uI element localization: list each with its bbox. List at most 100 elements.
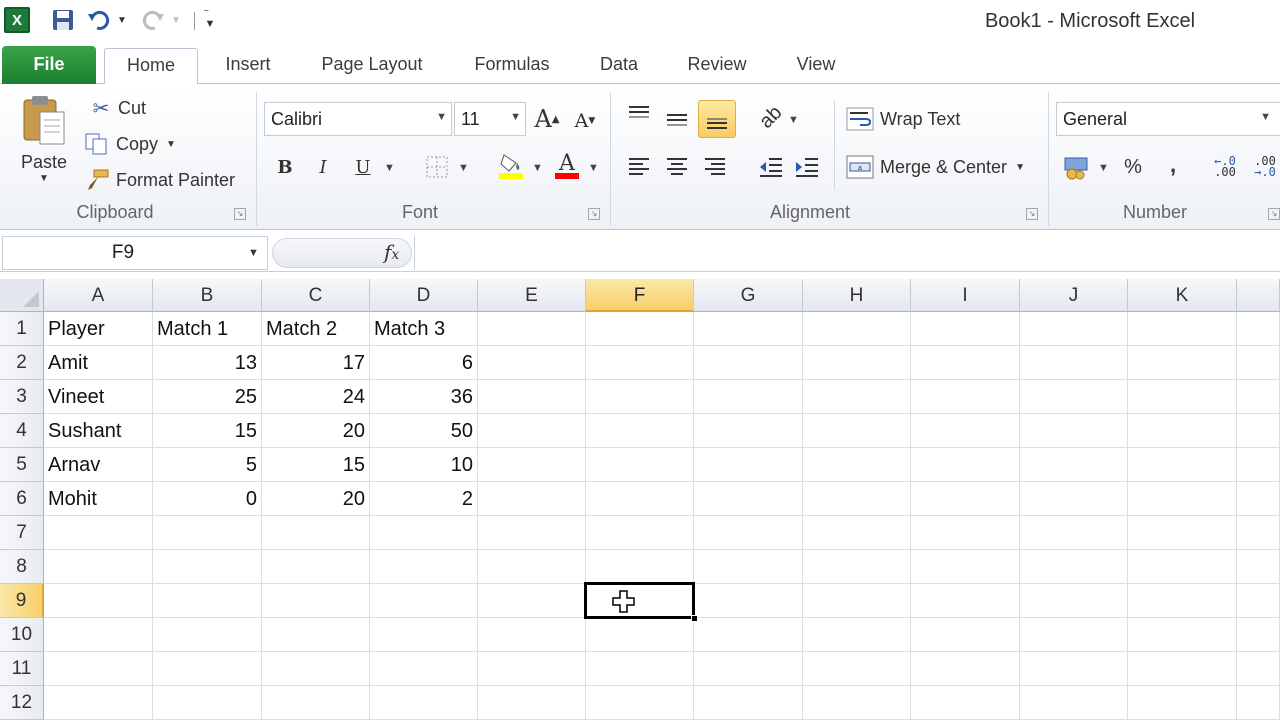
cell-b4[interactable]: 15 (153, 414, 262, 448)
merge-center-button[interactable]: a Merge & Center ▼ (846, 152, 1025, 182)
bold-button[interactable]: B (270, 152, 300, 182)
cell-k9[interactable] (1128, 584, 1237, 618)
cell-d2[interactable]: 6 (370, 346, 478, 380)
accounting-dropdown-icon[interactable]: ▼ (1098, 162, 1109, 174)
cell-k10[interactable] (1128, 618, 1237, 652)
row-header-9[interactable]: 9 (0, 584, 44, 618)
cell-d11[interactable] (370, 652, 478, 686)
row-header-4[interactable]: 4 (0, 414, 44, 448)
cell-g6[interactable] (694, 482, 803, 516)
cell-c7[interactable] (262, 516, 370, 550)
column-header-b[interactable]: B (153, 279, 262, 312)
cell-i1[interactable] (911, 312, 1020, 346)
column-header-f[interactable]: F (586, 279, 694, 312)
borders-button[interactable] (422, 152, 452, 182)
name-box-dropdown-icon[interactable]: ▼ (248, 247, 259, 259)
cell-g5[interactable] (694, 448, 803, 482)
bottom-align-button[interactable] (698, 100, 736, 138)
cell-c9[interactable] (262, 584, 370, 618)
cell-a8[interactable] (44, 550, 153, 584)
fill-handle[interactable] (691, 615, 698, 622)
cell-d4[interactable]: 50 (370, 414, 478, 448)
cell-l8[interactable] (1237, 550, 1280, 584)
cell-l6[interactable] (1237, 482, 1280, 516)
cell-c3[interactable]: 24 (262, 380, 370, 414)
cell-f6[interactable] (586, 482, 694, 516)
tab-insert[interactable]: Insert (208, 48, 288, 84)
cut-button[interactable]: ✂ Cut (88, 94, 146, 122)
cell-e2[interactable] (478, 346, 586, 380)
cell-b7[interactable] (153, 516, 262, 550)
font-size-combo[interactable]: 11 ▼ (454, 102, 526, 136)
cell-k2[interactable] (1128, 346, 1237, 380)
cell-e5[interactable] (478, 448, 586, 482)
copy-button[interactable]: Copy ▼ (84, 130, 176, 158)
merge-center-dropdown-icon[interactable]: ▼ (1015, 162, 1025, 173)
tab-data[interactable]: Data (586, 48, 652, 84)
cell-f10[interactable] (586, 618, 694, 652)
decrease-decimal-icon[interactable]: .00 →.0 (1250, 152, 1280, 182)
underline-button[interactable]: U (348, 152, 378, 182)
cell-b1[interactable]: Match 1 (153, 312, 262, 346)
cell-a9[interactable] (44, 584, 153, 618)
column-header-k[interactable]: K (1128, 279, 1237, 312)
cell-b9[interactable] (153, 584, 262, 618)
cell-c5[interactable]: 15 (262, 448, 370, 482)
cell-h2[interactable] (803, 346, 911, 380)
cell-j9[interactable] (1020, 584, 1128, 618)
column-header-d[interactable]: D (370, 279, 478, 312)
cell-d3[interactable]: 36 (370, 380, 478, 414)
column-header-a[interactable]: A (44, 279, 153, 312)
copy-dropdown-icon[interactable]: ▼ (166, 139, 176, 150)
cell-k8[interactable] (1128, 550, 1237, 584)
formula-input[interactable] (414, 236, 1280, 270)
cell-b6[interactable]: 0 (153, 482, 262, 516)
cell-d7[interactable] (370, 516, 478, 550)
orientation-dropdown-icon[interactable]: ▼ (788, 114, 799, 126)
shrink-font-icon[interactable]: A ▼ (570, 106, 600, 136)
font-color-dropdown-icon[interactable]: ▼ (588, 162, 599, 174)
fill-color-button[interactable] (496, 150, 526, 180)
cell-g11[interactable] (694, 652, 803, 686)
cell-k11[interactable] (1128, 652, 1237, 686)
cell-j11[interactable] (1020, 652, 1128, 686)
cell-i4[interactable] (911, 414, 1020, 448)
cell-b10[interactable] (153, 618, 262, 652)
cell-a10[interactable] (44, 618, 153, 652)
align-left-button[interactable] (624, 152, 654, 182)
cell-e10[interactable] (478, 618, 586, 652)
cell-b11[interactable] (153, 652, 262, 686)
cell-h9[interactable] (803, 584, 911, 618)
cell-f12[interactable] (586, 686, 694, 720)
cell-l5[interactable] (1237, 448, 1280, 482)
row-header-8[interactable]: 8 (0, 550, 44, 584)
cell-a4[interactable]: Sushant (44, 414, 153, 448)
font-launcher-icon[interactable]: ↘ (588, 208, 600, 220)
paste-button[interactable]: Paste ▼ (14, 92, 74, 192)
cell-i3[interactable] (911, 380, 1020, 414)
cell-j5[interactable] (1020, 448, 1128, 482)
cell-l4[interactable] (1237, 414, 1280, 448)
paste-dropdown-icon[interactable]: ▼ (39, 173, 49, 184)
cell-i2[interactable] (911, 346, 1020, 380)
cell-k5[interactable] (1128, 448, 1237, 482)
cell-c6[interactable]: 20 (262, 482, 370, 516)
tab-formulas[interactable]: Formulas (458, 48, 566, 84)
cell-l10[interactable] (1237, 618, 1280, 652)
cell-b3[interactable]: 25 (153, 380, 262, 414)
cell-c11[interactable] (262, 652, 370, 686)
cell-k6[interactable] (1128, 482, 1237, 516)
cell-b2[interactable]: 13 (153, 346, 262, 380)
cell-a11[interactable] (44, 652, 153, 686)
cell-g4[interactable] (694, 414, 803, 448)
cell-l3[interactable] (1237, 380, 1280, 414)
cell-e3[interactable] (478, 380, 586, 414)
insert-function-button[interactable]: 𝑓x (384, 240, 399, 264)
cell-c12[interactable] (262, 686, 370, 720)
number-format-combo[interactable]: General ▼ (1056, 102, 1280, 136)
cell-h11[interactable] (803, 652, 911, 686)
cell-g9[interactable] (694, 584, 803, 618)
comma-style-button[interactable]: , (1158, 150, 1188, 180)
cell-i11[interactable] (911, 652, 1020, 686)
grow-font-icon[interactable]: A ▲ (532, 104, 562, 134)
